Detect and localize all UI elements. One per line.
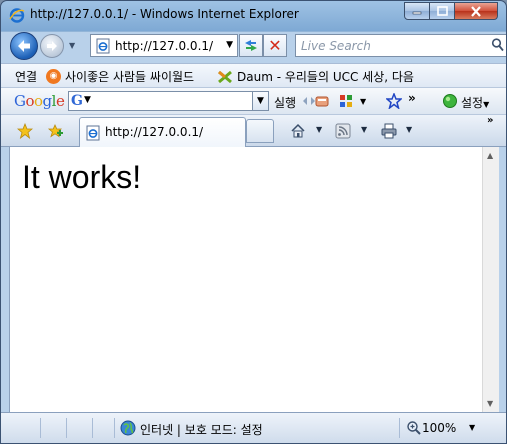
stop-button[interactable]: ✕ — [263, 34, 287, 57]
tab-bar: http://127.0.0.1/ ▼ ▼ ▼ » — [1, 114, 506, 148]
status-segment-3 — [67, 418, 93, 438]
maximize-button[interactable] — [430, 2, 455, 20]
google-more-chevron[interactable]: » — [408, 91, 416, 105]
zoom-icon[interactable] — [406, 420, 422, 436]
settings-status-icon — [443, 94, 457, 108]
link-cyworld[interactable]: ◉ 사이좋은 사람들 싸이월드 — [46, 68, 194, 85]
google-search-dropdown-icon[interactable]: ▼ — [252, 92, 268, 110]
status-divider — [399, 418, 400, 438]
news-icon[interactable] — [314, 93, 330, 109]
stop-icon: ✕ — [268, 36, 282, 55]
page-content: It works! — [9, 147, 482, 412]
history-dropdown-icon[interactable]: ▼ — [69, 41, 75, 50]
close-icon — [471, 5, 481, 17]
settings-dropdown-icon: ▼ — [483, 100, 490, 109]
status-bar: 인터넷 | 보호 모드: 설정 100% ▼ — [1, 412, 506, 443]
new-tab-button[interactable] — [246, 119, 274, 143]
address-field[interactable]: http://127.0.0.1/ ▼ — [90, 34, 238, 57]
refresh-button[interactable] — [239, 34, 263, 57]
status-segment-1 — [9, 418, 41, 438]
internet-zone-icon — [120, 420, 136, 436]
links-label: 연결 — [15, 70, 38, 84]
window-right-frame — [499, 147, 506, 412]
google-g-icon: G — [71, 93, 83, 109]
command-bar-chevron[interactable]: » — [487, 115, 493, 126]
window-title: http://127.0.0.1/ - Windows Internet Exp… — [30, 7, 299, 21]
cyworld-icon: ◉ — [46, 69, 61, 84]
zoom-level[interactable]: 100% — [422, 421, 456, 435]
daum-icon — [218, 70, 232, 83]
maximize-icon — [436, 6, 448, 16]
page-heading: It works! — [22, 159, 142, 195]
google-settings-label: 설정 — [461, 96, 484, 110]
rss-feed-icon[interactable] — [335, 123, 351, 139]
zoom-dropdown-icon[interactable]: ▼ — [469, 423, 475, 432]
google-settings-button[interactable]: 설정▼ — [461, 94, 489, 111]
browser-window: http://127.0.0.1/ - Windows Internet Exp… — [0, 0, 507, 444]
google-menu-dropdown-icon[interactable]: ▼ — [84, 95, 91, 105]
search-icon[interactable] — [491, 37, 505, 53]
google-apps-icon[interactable] — [338, 93, 354, 109]
print-dropdown-icon[interactable]: ▼ — [406, 125, 412, 134]
address-dropdown-icon[interactable]: ▼ — [226, 40, 233, 50]
forward-arrow-icon — [47, 41, 57, 51]
link-daum[interactable]: Daum - 우리들의 UCC 세상, 다음 — [217, 68, 414, 85]
home-icon[interactable] — [290, 123, 306, 139]
links-bar: 연결 ◉ 사이좋은 사람들 싸이월드 Daum - 우리들의 UCC 세상, 다… — [1, 63, 506, 87]
ie-logo-icon — [9, 8, 25, 23]
status-segment-2 — [41, 418, 67, 438]
print-icon[interactable] — [381, 123, 397, 139]
caption-buttons — [404, 2, 498, 20]
google-toolbar: Google G ▼ ▼ 실행 ▼ » 설정▼ — [1, 87, 506, 114]
feed-dropdown-icon[interactable]: ▼ — [361, 125, 367, 134]
favorites-star-icon[interactable] — [17, 123, 33, 139]
page-icon — [96, 38, 110, 54]
close-button[interactable] — [455, 2, 498, 20]
vertical-scrollbar[interactable]: ▲ ▼ — [482, 147, 499, 412]
google-search-button[interactable]: 실행 — [274, 94, 296, 111]
minimize-button[interactable] — [404, 2, 430, 20]
address-bar: ▼ http://127.0.0.1/ ▼ ✕ Live Search — [1, 29, 506, 63]
search-placeholder: Live Search — [301, 39, 371, 53]
forward-button[interactable] — [40, 34, 64, 58]
link-daum-label: Daum - 우리들의 UCC 세상, 다음 — [237, 70, 414, 84]
link-cyworld-label: 사이좋은 사람들 싸이월드 — [65, 70, 195, 84]
refresh-icon — [245, 40, 257, 51]
google-apps-dropdown-icon[interactable]: ▼ — [360, 97, 366, 106]
tab-page-icon — [86, 125, 100, 141]
title-bar[interactable]: http://127.0.0.1/ - Windows Internet Exp… — [1, 1, 506, 29]
back-button[interactable] — [10, 32, 38, 60]
tab-title: http://127.0.0.1/ — [105, 125, 204, 139]
google-search-field[interactable]: G ▼ ▼ — [68, 91, 269, 111]
back-arrow-icon — [18, 40, 30, 52]
add-favorites-icon[interactable] — [47, 123, 63, 139]
security-zone-text[interactable]: 인터넷 | 보호 모드: 설정 — [140, 421, 263, 438]
scroll-down-icon[interactable]: ▼ — [487, 399, 493, 408]
scroll-up-icon[interactable]: ▲ — [487, 151, 493, 160]
url-text: http://127.0.0.1/ — [115, 39, 214, 53]
tab-current[interactable]: http://127.0.0.1/ — [79, 117, 246, 148]
home-dropdown-icon[interactable]: ▼ — [316, 125, 322, 134]
minimize-icon — [412, 11, 422, 15]
status-segment-4 — [93, 418, 115, 438]
live-search-field[interactable]: Live Search — [295, 34, 506, 57]
bookmark-star-icon[interactable] — [386, 93, 402, 109]
google-logo: Google — [14, 92, 65, 110]
